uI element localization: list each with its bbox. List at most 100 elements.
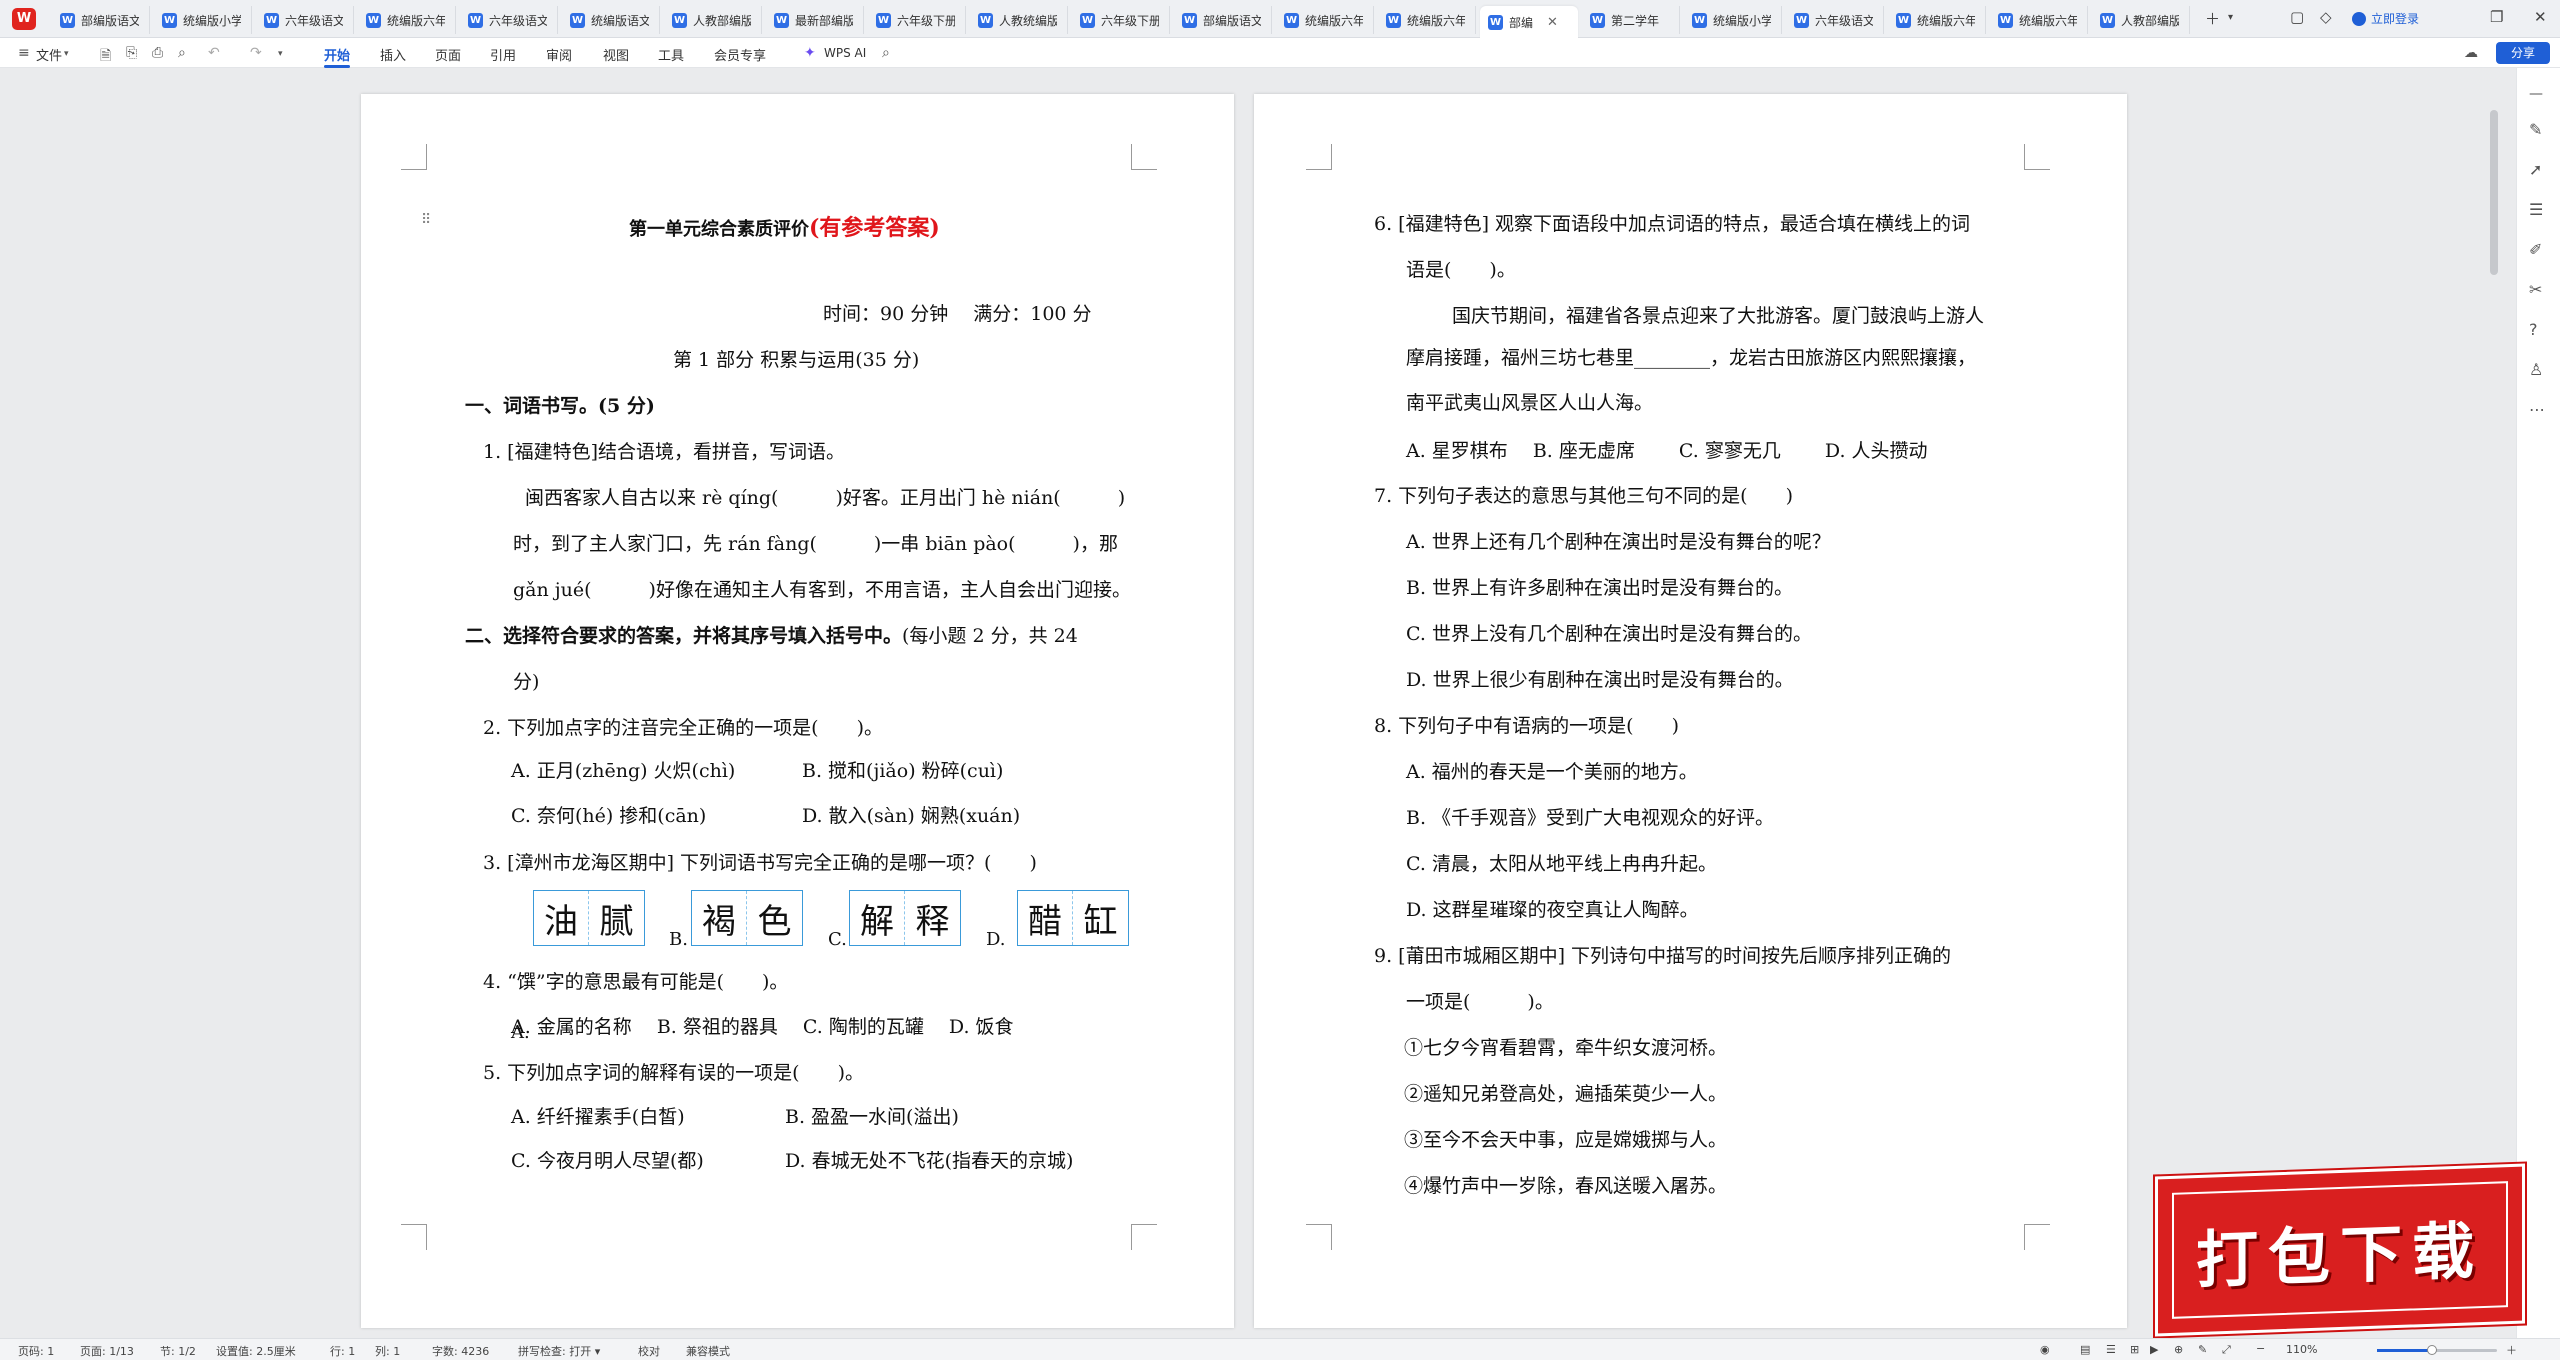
- quick-access-chevron-icon[interactable]: ▾: [278, 49, 283, 59]
- ribbon-tab[interactable]: 页面: [435, 45, 461, 64]
- wps-logo-icon[interactable]: W: [12, 8, 36, 30]
- hamburger-icon[interactable]: ≡: [18, 45, 30, 61]
- doc-tab[interactable]: W 统编版小学: [1684, 6, 1782, 34]
- word-doc-icon: W: [1896, 12, 1911, 28]
- doc-tab[interactable]: W 统编版语文: [562, 6, 660, 34]
- tab-list-chevron-icon[interactable]: ▾: [2228, 12, 2233, 23]
- file-menu[interactable]: 文件: [36, 45, 62, 64]
- question-5-option-b: B. 盈盈一水间(溢出): [785, 1106, 959, 1128]
- page-count[interactable]: 页面: 1/13: [80, 1343, 134, 1359]
- redo-icon[interactable]: ↷: [250, 45, 262, 61]
- doc-tab[interactable]: W 统编版六年: [1378, 6, 1476, 34]
- wps-ai-button[interactable]: WPS AI: [824, 46, 866, 60]
- ribbon-tab[interactable]: 审阅: [546, 45, 572, 64]
- doc-tab[interactable]: W 统编版小学: [154, 6, 252, 34]
- help-icon[interactable]: ?: [2529, 320, 2538, 339]
- grid-char: 色: [757, 901, 792, 942]
- question-9-item: ④爆竹声中一岁除，春风送暖入屠苏。: [1404, 1175, 1728, 1197]
- doc-tab[interactable]: W 最新部编版: [766, 6, 864, 34]
- grid-char: 褐: [692, 891, 747, 945]
- drag-handle-icon[interactable]: ⠿: [421, 212, 431, 228]
- document-page-1[interactable]: ⠿ 第一单元综合素质评价(有参考答案) 时间：90 分钟 满分：100 分 第 …: [361, 94, 1234, 1328]
- zoom-out-icon[interactable]: −: [2256, 1342, 2265, 1355]
- adjust-icon[interactable]: ☰: [2529, 200, 2543, 219]
- proofread-button[interactable]: 校对: [638, 1343, 660, 1359]
- doc-tab[interactable]: W 部编 ✕: [1480, 6, 1578, 38]
- ribbon-tab[interactable]: 工具: [658, 45, 684, 64]
- ribbon-tab[interactable]: 插入: [380, 45, 406, 64]
- doc-tab[interactable]: W 六年级下册: [868, 6, 966, 34]
- play-icon[interactable]: ▶: [2150, 1343, 2158, 1356]
- doc-tab[interactable]: W 统编版六年: [1990, 6, 2088, 34]
- zoom-in-icon[interactable]: ＋: [2506, 1342, 2517, 1358]
- doc-tab[interactable]: W 统编版六年: [358, 6, 456, 34]
- doc-tab[interactable]: W 六年级语文: [1786, 6, 1884, 34]
- pen-icon[interactable]: ✎: [2529, 120, 2542, 139]
- ribbon-tab[interactable]: 开始: [324, 45, 351, 68]
- ribbon-tab[interactable]: 视图: [603, 45, 629, 64]
- doc-tab[interactable]: W 部编版语文: [1174, 6, 1272, 34]
- question-2-option-b: B. 搅和(jiǎo) 粉碎(cuì): [802, 760, 1004, 782]
- column-indicator: 列: 1: [375, 1345, 401, 1358]
- fullscreen-icon[interactable]: ⤢: [2222, 1343, 2231, 1357]
- minimize-panel-icon[interactable]: —: [2529, 86, 2543, 102]
- doc-tab[interactable]: W 六年级语文: [256, 6, 354, 34]
- shirt-icon[interactable]: ♙: [2529, 360, 2543, 379]
- question-7: 7. 下列句子表达的意思与其他三句不同的是( ): [1374, 485, 1793, 507]
- outline-view-icon[interactable]: ☰: [2106, 1343, 2116, 1356]
- doc-tab[interactable]: W 六年级下册: [1072, 6, 1170, 34]
- doc-tab[interactable]: W 统编版六年: [1888, 6, 1986, 34]
- doc-tab[interactable]: W 部编版语文: [52, 6, 150, 34]
- doc-tab[interactable]: W 第二学年: [1582, 6, 1680, 34]
- window-layout-icon[interactable]: ▢: [2290, 8, 2304, 26]
- doc-tab[interactable]: W 人教部编版: [2092, 6, 2190, 34]
- search-icon[interactable]: ⌕: [882, 45, 890, 61]
- margin-corner: [2024, 144, 2050, 170]
- document-page-2[interactable]: 6. [福建特色] 观察下面语段中加点词语的特点，最适合填在横线上的词 语是( …: [1254, 94, 2127, 1328]
- question-1-text: 时，到了主人家门口，先 rán fàng( )一串 biān pào( )，那: [513, 533, 1118, 555]
- cloud-status-icon[interactable]: ☁: [2464, 45, 2478, 61]
- setting-value[interactable]: 设置值: 2.5厘米: [216, 1343, 296, 1359]
- web-view-icon[interactable]: ⊞: [2130, 1343, 2139, 1356]
- export-pdf-icon[interactable]: ⎘: [126, 45, 137, 61]
- restore-window-icon[interactable]: ❐: [2490, 8, 2503, 26]
- zoom-level[interactable]: 110%: [2286, 1343, 2317, 1356]
- zoom-slider-knob[interactable]: [2427, 1345, 2438, 1355]
- close-tab-icon[interactable]: ✕: [1547, 15, 1558, 30]
- word-count[interactable]: 字数: 4236: [432, 1343, 489, 1359]
- question-3-option-a-grid: 油 腻: [533, 890, 645, 946]
- more-icon[interactable]: ⋯: [2529, 400, 2545, 419]
- login-button[interactable]: 立即登录: [2352, 10, 2419, 27]
- edit-doc-icon[interactable]: ✐: [2529, 240, 2542, 259]
- undo-icon[interactable]: ↶: [208, 45, 220, 61]
- right-toolbar: — ✎ ➚ ☰ ✐ ✂ ? ♙ ⋯: [2516, 68, 2560, 1338]
- file-chevron-icon[interactable]: ▾: [64, 49, 69, 59]
- eye-protect-icon[interactable]: ◉: [2040, 1343, 2050, 1356]
- doc-tab[interactable]: W 人教部编版: [664, 6, 762, 34]
- save-icon[interactable]: 🗎: [100, 45, 111, 69]
- doc-tab[interactable]: W 人教统编版: [970, 6, 1068, 34]
- close-window-icon[interactable]: ✕: [2534, 8, 2547, 26]
- ribbon-tab[interactable]: 会员专享: [714, 45, 766, 64]
- doc-tab-label: 六年级下册: [897, 13, 955, 28]
- download-promo-badge[interactable]: 打包下载: [2155, 1163, 2525, 1337]
- print-icon[interactable]: ⎙: [152, 45, 163, 61]
- print-preview-icon[interactable]: ⌕: [178, 45, 186, 61]
- cube-icon[interactable]: ◇: [2320, 8, 2332, 26]
- doc-title: 第一单元综合素质评价(有参考答案): [629, 215, 940, 241]
- tools-icon[interactable]: ✂: [2529, 280, 2542, 299]
- vertical-scrollbar[interactable]: [2490, 110, 2498, 275]
- doc-tab[interactable]: W 六年级语文: [460, 6, 558, 34]
- spell-check-toggle[interactable]: 拼写检查: 打开 ▾: [518, 1343, 600, 1359]
- new-tab-icon[interactable]: ＋: [2205, 8, 2220, 29]
- write-icon[interactable]: ✎: [2198, 1343, 2207, 1356]
- share-button[interactable]: 分享: [2496, 42, 2550, 64]
- page-view-icon[interactable]: ▤: [2080, 1343, 2090, 1356]
- globe-icon[interactable]: ⊕: [2174, 1343, 2183, 1356]
- zoom-slider[interactable]: [2377, 1345, 2497, 1355]
- pointer-icon[interactable]: ➚: [2529, 160, 2542, 179]
- word-doc-icon: W: [1386, 12, 1401, 28]
- ribbon-tab[interactable]: 引用: [490, 45, 516, 64]
- doc-tab[interactable]: W 统编版六年: [1276, 6, 1374, 34]
- wps-ai-icon[interactable]: ✦: [804, 45, 816, 61]
